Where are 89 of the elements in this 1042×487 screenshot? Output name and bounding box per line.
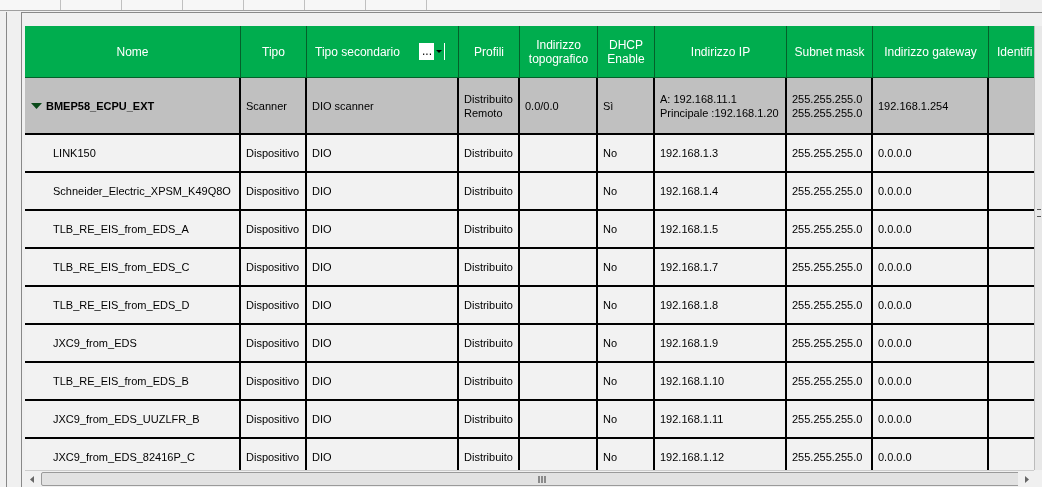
column-header[interactable]: Indirizzo gateway [873,26,989,78]
table-cell: DIO [307,135,459,173]
device-name: BMEP58_ECPU_EXT [46,98,155,113]
grip-icon [538,475,546,483]
device-name-cell: TLB_RE_EIS_from_EDS_B [25,363,241,401]
table-cell: 255.255.255.0 [787,135,873,173]
table-cell: 0.0.0.0 [873,173,989,211]
table-cell: 255.255.255.0 [787,401,873,439]
column-header[interactable]: Indirizzo IP [655,26,787,78]
table-cell: Distribuito Remoto [459,78,520,135]
column-header[interactable]: Subnet mask [787,26,873,78]
device-name-cell: LINK150 [25,135,241,173]
table-cell: No [598,135,655,173]
table-cell: DIO [307,211,459,249]
table-cell: 192.168.1.5 [655,211,787,249]
scroll-left-icon[interactable] [30,475,34,483]
table-cell: 192.168.1.10 [655,363,787,401]
table-cell: Dispositivo [241,287,307,325]
table-cell: Scanner [241,78,307,135]
table-cell: 0.0.0.0 [873,363,989,401]
table-cell: 192.168.1.9 [655,325,787,363]
table-cell: DIO scanner [307,78,459,135]
table-cell: DIO [307,173,459,211]
table-cell: DIO [307,287,459,325]
table-cell: Sì [598,78,655,135]
table-cell: 192.168.1.3 [655,135,787,173]
table-cell: 255.255.255.0 [787,211,873,249]
device-name-cell: TLB_RE_EIS_from_EDS_D [25,287,241,325]
table-cell: Distribuito [459,249,520,287]
table-cell: Distribuito [459,135,520,173]
table-cell: 0.0.0.0 [873,135,989,173]
table-cell: Distribuito [459,211,520,249]
table-cell: Distribuito [459,287,520,325]
table-cell: 0.0.0.0 [873,211,989,249]
table-cell: 192.168.1.7 [655,249,787,287]
table-cell: No [598,249,655,287]
table-cell: 255.255.255.0 [787,249,873,287]
table-cell: 255.255.255.0 [787,287,873,325]
table-cell: 0.0.0.0 [873,287,989,325]
table-cell: Distribuito [459,401,520,439]
filter-dropdown[interactable]: ... [419,43,445,60]
table-cell: Dispositivo [241,363,307,401]
column-header[interactable]: Nome [25,26,241,78]
table-cell: DIO [307,325,459,363]
table-cell: Distribuito [459,363,520,401]
scroll-right-icon[interactable] [1025,475,1029,483]
device-name-cell: Schneider_Electric_XPSM_K49Q8O [25,173,241,211]
table-cell: A: 192.168.11.1 Principale :192.168.1.20 [655,78,787,135]
device-name-cell: TLB_RE_EIS_from_EDS_A [25,211,241,249]
column-header[interactable]: Indirizzo topografico [520,26,598,78]
table-cell: Dispositivo [241,135,307,173]
column-header[interactable]: Tipo secondario [315,44,400,59]
table-cell: Dispositivo [241,249,307,287]
table-cell: 0.0.0.0 [873,401,989,439]
table-cell: DIO [307,401,459,439]
table-cell: No [598,325,655,363]
column-header[interactable]: DHCP Enable [598,26,655,78]
table-cell: No [598,287,655,325]
table-cell: Distribuito [459,325,520,363]
table-cell: 192.168.1.4 [655,173,787,211]
table-cell: Dispositivo [241,401,307,439]
table-cell: 0.0/0.0 [520,78,598,135]
table-cell: 192.168.1.11 [655,401,787,439]
table-cell: 255.255.255.0 [787,325,873,363]
table-cell: 255.255.255.0 [787,173,873,211]
table-cell: DIO [307,363,459,401]
device-name-cell: TLB_RE_EIS_from_EDS_C [25,249,241,287]
caret-icon [436,50,442,53]
table-cell: 192.168.1.254 [873,78,989,135]
table-cell: Dispositivo [241,211,307,249]
table-cell: Dispositivo [241,173,307,211]
table-cell: DIO [307,249,459,287]
column-header[interactable]: Tipo [241,26,307,78]
table-cell: 255.255.255.0 255.255.255.0 [787,78,873,135]
table-cell: 255.255.255.0 [787,363,873,401]
table-cell: No [598,211,655,249]
column-header[interactable]: Identifi [989,26,1034,78]
device-name-cell: JXC9_from_EDS_UUZLFR_B [25,401,241,439]
table-cell: 0.0.0.0 [873,325,989,363]
device-name-cell: JXC9_from_EDS [25,325,241,363]
table-cell: No [598,401,655,439]
table-cell: No [598,363,655,401]
table-cell: 0.0.0.0 [873,249,989,287]
column-header[interactable]: Profili [459,26,520,78]
table-cell: Dispositivo [241,325,307,363]
table-cell: 192.168.1.8 [655,287,787,325]
table-cell: No [598,173,655,211]
expand-triangle-icon[interactable] [31,101,42,110]
table-cell: Distribuito [459,173,520,211]
